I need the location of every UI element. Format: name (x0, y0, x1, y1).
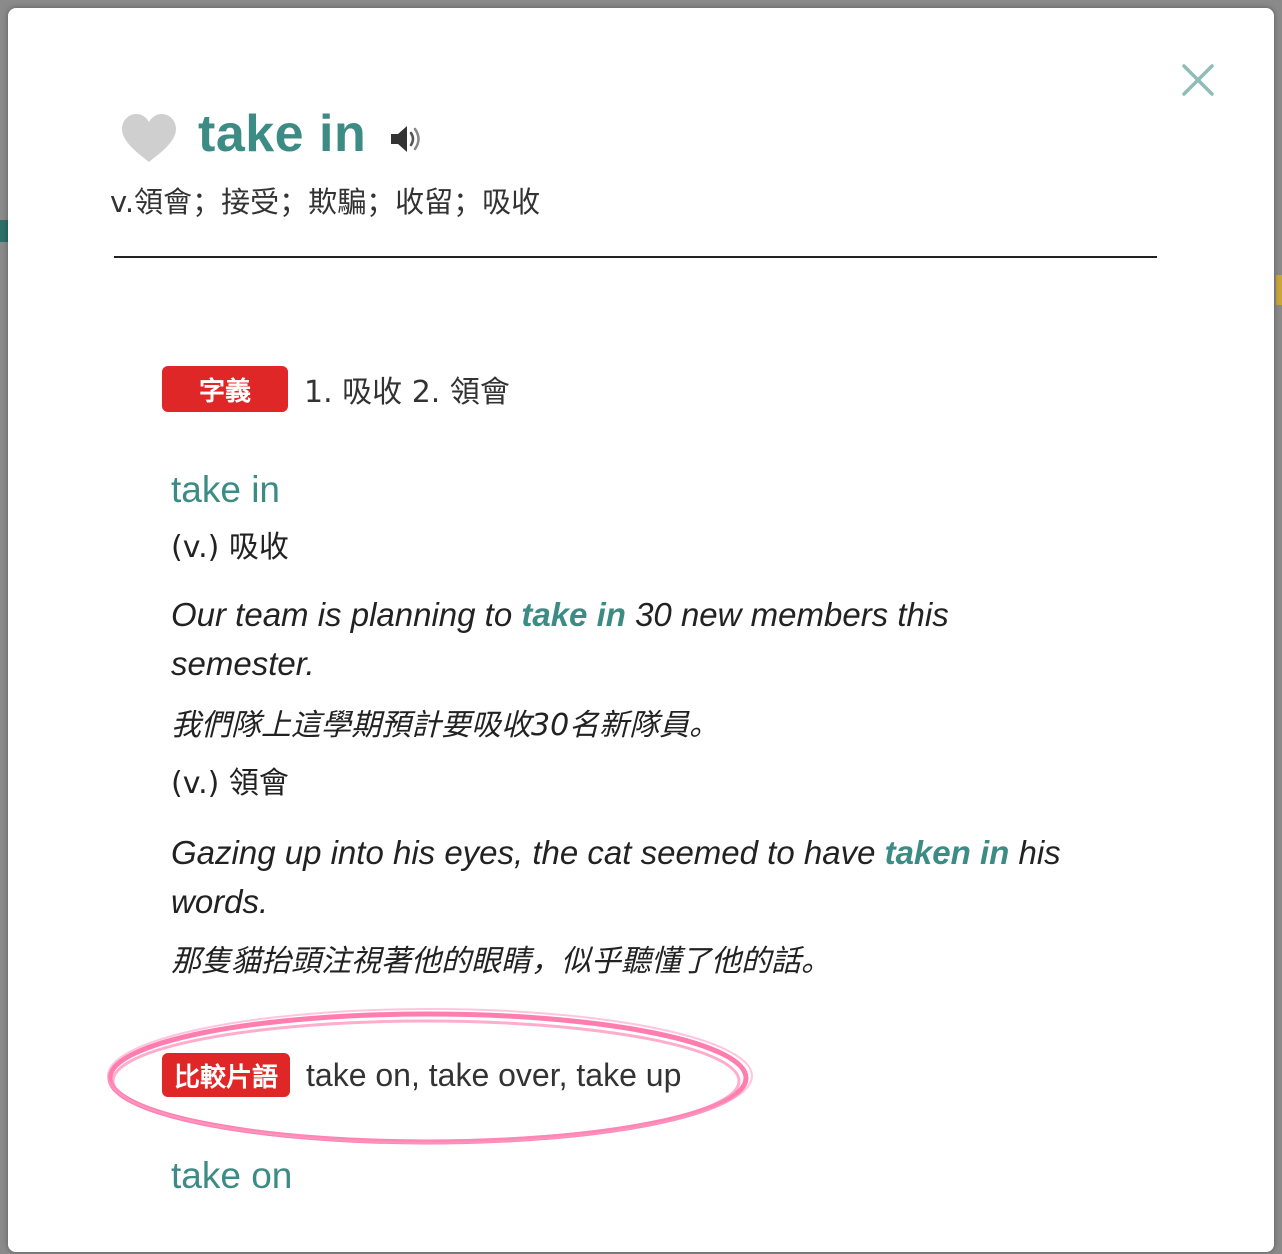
example-text: Gazing up into his eyes, the cat seemed … (171, 834, 885, 871)
example-highlight: take in (521, 596, 626, 633)
example-sentence: Our team is planning to take in 30 new m… (171, 590, 1101, 688)
phrase-title: take in (171, 469, 281, 510)
meanings-text: 1. 吸收 2. 領會 (304, 375, 510, 410)
modal-bottom (8, 1218, 1274, 1252)
close-button[interactable] (1178, 60, 1218, 100)
meanings-row: 字義 1. 吸收 2. 領會 (162, 364, 510, 414)
example-translation: 那隻貓抬頭注視著他的眼睛，似乎聽懂了他的話。 (171, 944, 831, 979)
example-translation: 我們隊上這學期預計要吸收30名新隊員。 (171, 708, 720, 743)
close-icon[interactable] (1178, 60, 1218, 100)
definition-summary: v.領會；接受；欺騙；收留；吸收 (110, 185, 541, 219)
sense-pos: (v.) 領會 (171, 766, 289, 801)
headword: take in (198, 105, 367, 163)
sense-pos: (v.) 吸收 (171, 530, 289, 565)
compare-phrases-row: 比較片語 take on, take over, take up (162, 1052, 681, 1098)
compare-phrases[interactable]: take on, take over, take up (306, 1057, 681, 1094)
dictionary-modal: take in v.領會；接受；欺騙；收留；吸收 字義 1. 吸收 2. 領會 … (8, 8, 1274, 1252)
heart-icon[interactable] (120, 112, 178, 164)
next-phrase-title: take on (171, 1155, 293, 1196)
divider (114, 256, 1157, 258)
compare-badge: 比較片語 (162, 1053, 290, 1097)
example-text: Our team is planning to (171, 596, 522, 633)
example-highlight: taken in (884, 834, 1010, 871)
speaker-icon[interactable] (388, 122, 424, 156)
background-strip (1276, 275, 1282, 305)
meaning-badge: 字義 (162, 366, 288, 412)
example-sentence: Gazing up into his eyes, the cat seemed … (171, 828, 1101, 926)
background-strip (0, 220, 8, 242)
